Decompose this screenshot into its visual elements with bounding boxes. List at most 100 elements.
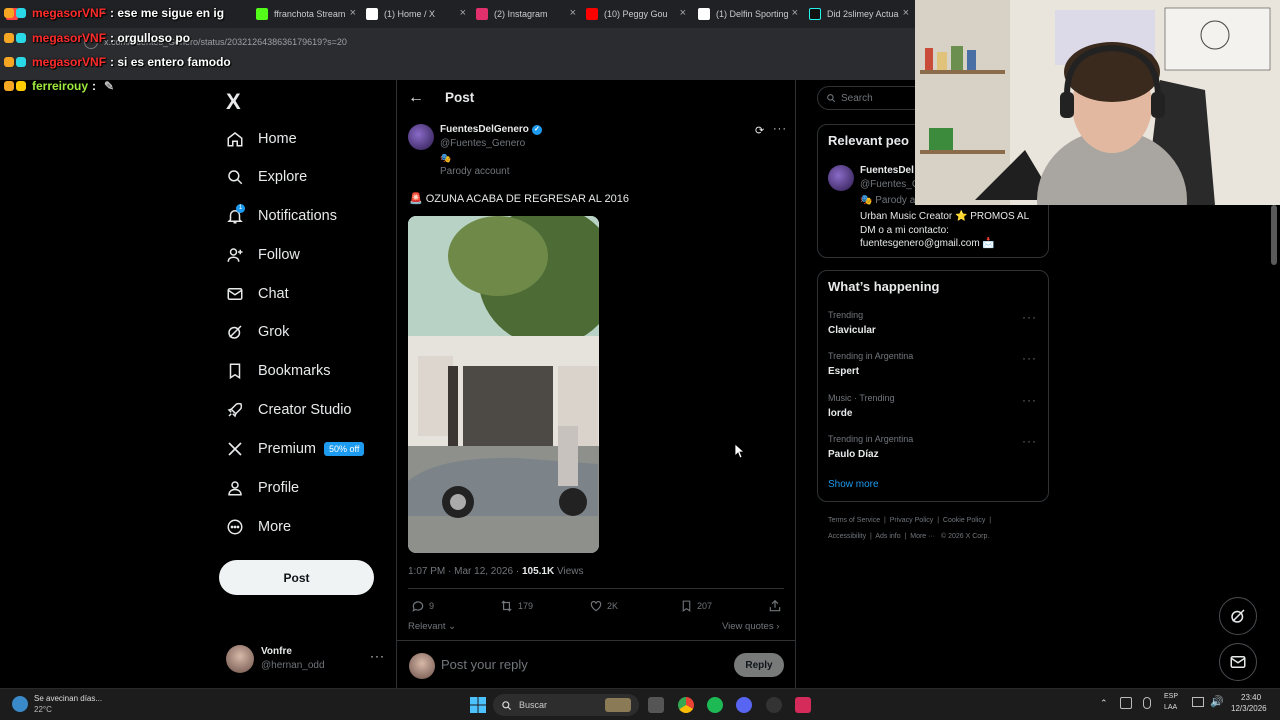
browser-tab[interactable]: (1) Delfin Sporting × — [692, 4, 804, 24]
post-button[interactable]: Post — [219, 560, 374, 595]
post-image[interactable] — [408, 216, 599, 553]
nav-grok[interactable]: Grok — [226, 317, 289, 347]
browser-tab[interactable]: ffranchota Stream × — [250, 4, 362, 24]
browser-tab[interactable]: Did 2slimey Actua × — [803, 4, 915, 24]
grok-explain-icon[interactable]: ⟳ — [755, 124, 764, 137]
reply-button[interactable]: Reply — [734, 653, 784, 677]
relevant-avatar[interactable] — [828, 165, 854, 191]
nav-creator-studio[interactable]: Creator Studio — [226, 395, 352, 425]
view-quotes-link[interactable]: View quotes › — [722, 621, 779, 632]
display-icon[interactable] — [1192, 697, 1204, 707]
chat-badge-icon — [4, 33, 14, 43]
chat-badge-icon — [4, 57, 14, 67]
search-box[interactable]: Search — [817, 86, 927, 110]
close-icon[interactable]: × — [680, 7, 686, 19]
relevant-name[interactable]: FuentesDel — [860, 165, 914, 176]
nav-chat[interactable]: Chat — [226, 279, 289, 309]
copyright: © 2026 X Corp. — [940, 533, 990, 540]
post-more-icon[interactable]: ··· — [773, 123, 787, 135]
nav-more[interactable]: More — [226, 512, 291, 542]
tiktok-icon[interactable] — [795, 697, 811, 713]
author-avatar[interactable] — [408, 124, 434, 150]
footer-links: Accessibility | Ads info | More ··· © 20… — [828, 533, 990, 540]
kick-icon — [256, 8, 268, 20]
footer-more-link[interactable]: More ··· — [910, 533, 935, 540]
relevant-people-title: Relevant peo — [828, 133, 909, 148]
trend-item[interactable]: Trending in Argentina Espert ··· — [817, 351, 1049, 387]
trend-item[interactable]: Trending Clavicular ··· — [817, 310, 1049, 346]
trend-more-icon[interactable]: ··· — [1022, 351, 1037, 365]
more-dots-icon[interactable]: ··· — [370, 649, 385, 663]
author-name[interactable]: FuentesDelGenero ✓ — [440, 124, 542, 135]
back-arrow-icon[interactable]: ← — [408, 89, 424, 107]
messages-float-button[interactable] — [1219, 643, 1257, 681]
ads-info-link[interactable]: Ads info — [875, 533, 900, 540]
weather-icon[interactable] — [12, 696, 28, 712]
file-explorer-icon[interactable] — [648, 697, 664, 713]
nav-premium[interactable]: Premium 50% off — [226, 434, 365, 464]
accessibility-link[interactable]: Accessibility — [828, 533, 866, 540]
volume-icon[interactable]: 🔊 — [1210, 695, 1224, 708]
sort-dropdown[interactable]: Relevant ⌄ — [408, 621, 456, 632]
x-logo-icon[interactable]: X — [226, 89, 241, 115]
rocket-icon — [227, 402, 243, 418]
trend-more-icon[interactable]: ··· — [1022, 434, 1037, 448]
nav-notifications[interactable]: Notifications 1 — [226, 201, 337, 231]
tray-chevron-icon[interactable]: ⌃ — [1100, 698, 1108, 709]
obs-icon[interactable] — [766, 697, 782, 713]
share-action[interactable] — [768, 599, 782, 618]
trend-more-icon[interactable]: ··· — [1022, 393, 1037, 407]
close-icon[interactable]: × — [903, 7, 909, 19]
account-handle: @hernan_odd — [261, 660, 325, 671]
search-icon — [827, 94, 836, 103]
mouse-cursor-icon — [735, 444, 745, 459]
more-circle-icon — [227, 519, 243, 535]
nav-home[interactable]: Home — [226, 124, 297, 154]
network-icon[interactable] — [1120, 697, 1132, 709]
like-action[interactable]: 2K — [589, 599, 618, 613]
views-count: 105.1K — [521, 566, 555, 577]
trend-more-icon[interactable]: ··· — [1022, 310, 1037, 324]
author-handle[interactable]: @Fuentes_Genero — [440, 138, 525, 149]
terms-link[interactable]: Terms of Service — [828, 517, 880, 524]
account-switcher[interactable]: Vonfre @hernan_odd ··· — [226, 645, 396, 675]
close-icon[interactable]: × — [350, 7, 356, 19]
language-indicator[interactable]: ESP — [1164, 693, 1178, 700]
close-icon[interactable]: × — [792, 7, 798, 19]
reply-action[interactable]: 9 — [411, 599, 434, 613]
nav-explore[interactable]: Explore — [226, 162, 307, 192]
spotify-icon[interactable] — [707, 697, 723, 713]
microphone-icon[interactable] — [1143, 697, 1151, 709]
close-icon[interactable]: × — [460, 7, 466, 19]
show-more-link[interactable]: Show more — [828, 479, 879, 490]
browser-tab[interactable]: (2) Instagram × — [470, 4, 582, 24]
weather-text[interactable]: Se avecinan días... — [34, 694, 102, 703]
reply-input[interactable]: Post your reply — [441, 657, 528, 672]
grok-float-button[interactable] — [1219, 597, 1257, 635]
chevron-right-icon: › — [773, 621, 780, 632]
search-icon — [502, 700, 512, 710]
chrome-icon[interactable] — [678, 697, 694, 713]
nav-bookmarks[interactable]: Bookmarks — [226, 356, 331, 386]
search-highlight-icon — [605, 698, 631, 712]
discord-icon[interactable] — [736, 697, 752, 713]
clock-time[interactable]: 23:40 — [1241, 693, 1261, 702]
trend-item[interactable]: Trending in Argentina Paulo Díaz ··· — [817, 434, 1049, 470]
windows-start-icon[interactable] — [470, 697, 486, 718]
post-text: 🚨 OZUNA ACABA DE REGRESAR AL 2016 — [409, 193, 629, 205]
cookie-link[interactable]: Cookie Policy — [943, 517, 985, 524]
nav-profile[interactable]: Profile — [226, 473, 299, 503]
browser-tab[interactable]: (1) Home / X × — [360, 4, 472, 24]
scrollbar-thumb[interactable] — [1271, 205, 1277, 265]
taskbar-search[interactable]: Buscar — [493, 694, 639, 716]
privacy-link[interactable]: Privacy Policy — [890, 517, 934, 524]
close-icon[interactable]: × — [570, 7, 576, 19]
trend-item[interactable]: Music · Trending lorde ··· — [817, 393, 1049, 429]
bookmark-action[interactable]: 207 — [680, 599, 712, 613]
share-icon — [769, 599, 781, 612]
verified-badge-icon: ✓ — [531, 124, 542, 135]
nav-follow[interactable]: Follow — [226, 240, 300, 270]
premium-discount-badge: 50% off — [324, 442, 365, 456]
repost-action[interactable]: 179 — [499, 599, 533, 613]
browser-tab[interactable]: (10) Peggy Gou × — [580, 4, 692, 24]
